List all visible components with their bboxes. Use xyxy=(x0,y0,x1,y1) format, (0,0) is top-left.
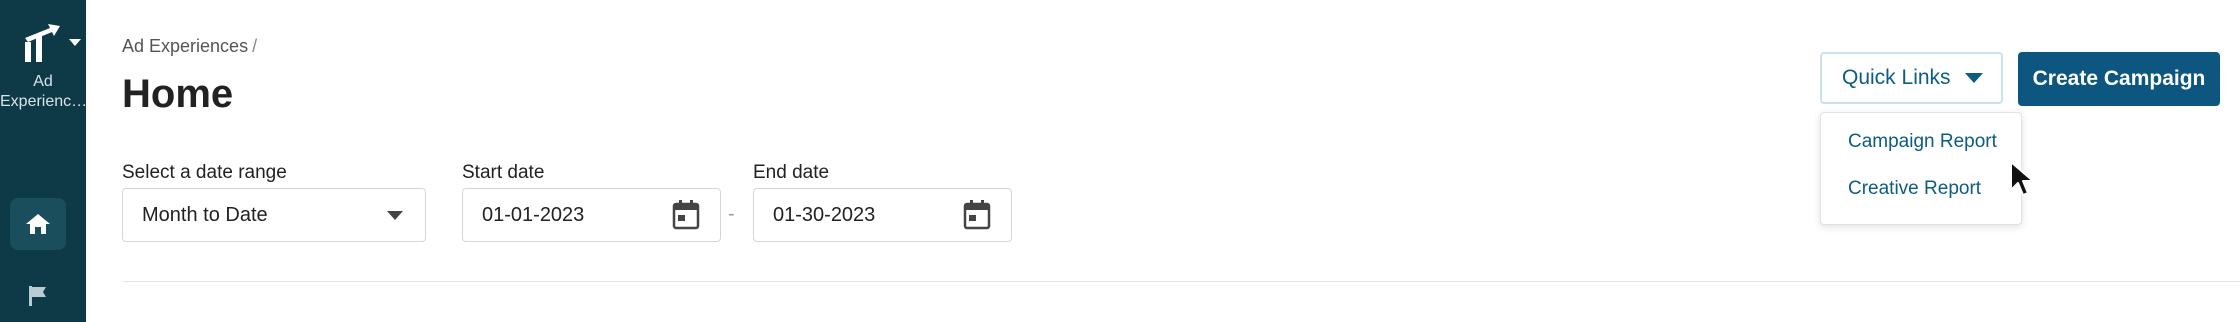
sidebar-item-home[interactable] xyxy=(10,198,66,250)
app-logo-icon xyxy=(25,24,60,62)
breadcrumb: Ad Experiences / xyxy=(122,36,257,57)
chevron-down-icon xyxy=(1965,73,1983,83)
section-divider xyxy=(122,281,2240,282)
menu-item-campaign-report[interactable]: Campaign Report xyxy=(1848,131,1997,153)
mouse-cursor-icon xyxy=(2010,161,2034,196)
quick-links-menu: Campaign Report Creative Report xyxy=(1820,112,2022,225)
end-date-value: 01-30-2023 xyxy=(773,203,876,226)
calendar-icon[interactable] xyxy=(963,200,991,230)
sidebar-item-flag[interactable] xyxy=(10,270,66,322)
calendar-icon[interactable] xyxy=(672,200,700,230)
page-title: Home xyxy=(122,72,234,116)
date-range-separator: - xyxy=(728,203,735,225)
breadcrumb-separator: / xyxy=(252,36,258,56)
date-range-value: Month to Date xyxy=(142,203,268,226)
home-icon xyxy=(26,214,50,234)
flag-icon xyxy=(29,286,46,306)
end-date-label: End date xyxy=(753,162,830,183)
chevron-down-icon xyxy=(69,39,81,46)
date-range-select[interactable]: Month to Date xyxy=(122,188,426,242)
end-date-field[interactable]: 01-30-2023 xyxy=(753,188,1012,242)
app-name: Ad Experienc… xyxy=(0,73,88,110)
sidebar: Ad Experienc… xyxy=(0,0,88,322)
start-date-field[interactable]: 01-01-2023 xyxy=(462,188,721,242)
app-switcher[interactable]: Ad Experienc… xyxy=(0,22,88,142)
start-date-label: Start date xyxy=(462,162,545,183)
quick-links-button[interactable]: Quick Links xyxy=(1820,52,2003,104)
quick-links-label: Quick Links xyxy=(1842,66,1951,89)
create-campaign-button[interactable]: Create Campaign xyxy=(2018,52,2220,106)
date-range-label: Select a date range xyxy=(122,162,287,183)
chevron-down-icon xyxy=(387,210,403,220)
breadcrumb-link[interactable]: Ad Experiences xyxy=(122,36,248,56)
menu-item-creative-report[interactable]: Creative Report xyxy=(1848,178,1981,200)
start-date-value: 01-01-2023 xyxy=(482,203,585,226)
